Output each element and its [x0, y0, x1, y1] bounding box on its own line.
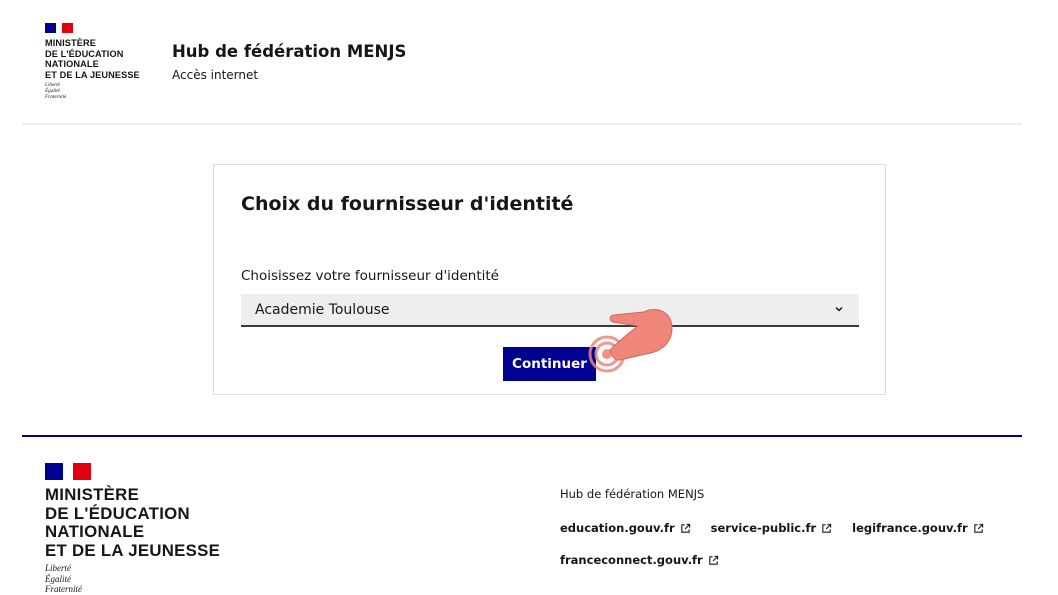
- french-flag-icon: [45, 463, 91, 480]
- external-link-icon: [709, 555, 718, 565]
- chevron-down-icon: [835, 306, 843, 312]
- french-flag-icon: [45, 23, 73, 33]
- page-title: Choix du fournisseur d'identité: [241, 193, 574, 215]
- site-header: MINISTÈRE DE L'ÉDUCATION NATIONALE ET DE…: [22, 0, 1022, 125]
- select-value: Academie Toulouse: [255, 302, 390, 318]
- republic-motto: Liberté Égalité Fraternité: [45, 82, 67, 100]
- footer-links: education.gouv.fr service-public.fr legi…: [560, 521, 1000, 567]
- service-tagline: Accès internet: [172, 68, 259, 82]
- footer-ministry-name: MINISTÈRE DE L'ÉDUCATION NATIONALE ET DE…: [45, 485, 221, 560]
- footer-description: Hub de fédération MENJS: [560, 487, 705, 501]
- footer-link-legifrance[interactable]: legifrance.gouv.fr: [852, 521, 983, 535]
- footer-link-education[interactable]: education.gouv.fr: [560, 521, 691, 535]
- footer-link-franceconnect[interactable]: franceconnect.gouv.fr: [560, 553, 719, 567]
- identity-provider-card: Choix du fournisseur d'identité Choisiss…: [213, 164, 886, 395]
- external-link-icon: [822, 523, 832, 533]
- identity-provider-select[interactable]: Academie Toulouse: [241, 294, 859, 327]
- external-link-icon: [680, 523, 690, 533]
- select-label: Choisissez votre fournisseur d'identité: [241, 268, 499, 284]
- ministry-logo[interactable]: MINISTÈRE DE L'ÉDUCATION NATIONALE ET DE…: [45, 23, 140, 100]
- site-footer: MINISTÈRE DE L'ÉDUCATION NATIONALE ET DE…: [22, 435, 1022, 595]
- continue-button[interactable]: Continuer: [503, 347, 596, 381]
- footer-republic-motto: Liberté Égalité Fraternité: [45, 563, 82, 594]
- external-link-icon: [973, 523, 983, 533]
- service-title[interactable]: Hub de fédération MENJS: [172, 42, 406, 61]
- footer-ministry-logo[interactable]: MINISTÈRE DE L'ÉDUCATION NATIONALE ET DE…: [45, 463, 220, 595]
- ministry-name: MINISTÈRE DE L'ÉDUCATION NATIONALE ET DE…: [45, 38, 140, 80]
- footer-link-service-public[interactable]: service-public.fr: [711, 521, 833, 535]
